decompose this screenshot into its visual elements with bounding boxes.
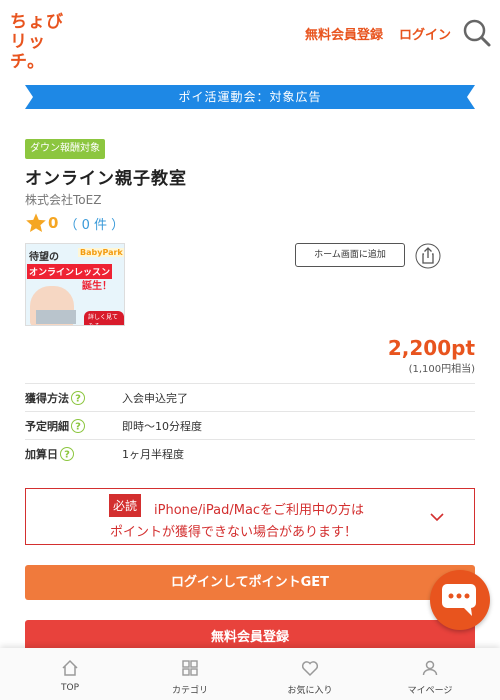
company-name: 株式会社ToEZ <box>25 193 102 207</box>
nav-label: カテゴリ <box>171 686 208 696</box>
header-register-link[interactable]: 無料会員登録 <box>305 24 383 43</box>
rating-score: 0 <box>48 214 59 232</box>
offer-title: オンライン親子教室 <box>25 169 187 189</box>
home-icon <box>62 659 78 676</box>
nav-item-category[interactable]: カテゴリ <box>130 648 250 700</box>
nav-item-top[interactable]: TOP <box>10 648 130 700</box>
detail-value: 1ヶ月半程度 <box>122 447 184 461</box>
must-read-tag: 必読 <box>109 494 142 517</box>
points-yen-equivalent: (1,100円相当) <box>408 364 475 375</box>
nav-item-favorites[interactable]: お気に入り <box>250 648 370 700</box>
star-icon <box>26 213 46 232</box>
detail-label: 加算日 ? <box>25 446 122 462</box>
thumb-laptop-illustration <box>36 310 76 324</box>
detail-row-credit-date: 加算日 ? 1ヶ月半程度 <box>25 439 475 467</box>
thumb-text-3: 誕生！ <box>82 281 112 292</box>
down-reward-badge: ダウン報酬対象 <box>25 139 105 159</box>
nav-label: マイページ <box>407 686 453 696</box>
chat-icon <box>442 584 476 616</box>
bottom-nav: TOP カテゴリ お気に入り マイページ <box>0 648 500 700</box>
help-icon[interactable]: ? <box>60 446 74 461</box>
nav-item-mypage[interactable]: マイページ <box>370 648 490 700</box>
thumb-text-1: 待望の <box>29 252 59 263</box>
chevron-down-icon[interactable] <box>429 509 445 525</box>
thumb-brand: BabyPark <box>78 248 124 257</box>
campaign-banner[interactable]: ポイ活運動会：対象広告 <box>25 85 475 109</box>
search-icon[interactable] <box>462 18 492 48</box>
heart-icon <box>301 661 319 677</box>
header-login-link[interactable]: ログイン <box>399 24 451 43</box>
detail-label-text: 獲得方法 <box>25 391 69 405</box>
user-icon <box>422 660 438 676</box>
site-logo[interactable]: ちょび リッチ。 <box>10 12 70 72</box>
banner-text: ポイ活運動会：対象広告 <box>178 90 322 104</box>
svg-text:?: ? <box>75 421 81 432</box>
detail-value: 即時～10分程度 <box>122 419 202 433</box>
notice-line1: iPhone/iPad/Macをご利用中の方は <box>154 503 365 518</box>
offer-thumbnail[interactable]: 待望の BabyPark オンラインレッスン 誕生！ 詳しく見てみる <box>25 243 125 326</box>
add-to-home-button[interactable]: ホーム画面に追加 <box>295 243 405 267</box>
svg-text:?: ? <box>75 393 81 404</box>
thumb-cta: 詳しく見てみる <box>84 311 124 325</box>
detail-value: 入会申込完了 <box>122 391 188 405</box>
help-icon[interactable]: ? <box>71 390 85 405</box>
logo-line1: ちょび <box>10 12 64 32</box>
category-icon <box>182 660 198 676</box>
reward-points: 2,200pt (1,100円相当) <box>388 336 475 375</box>
detail-label-text: 予定明細 <box>25 419 69 433</box>
nav-label: TOP <box>60 683 79 693</box>
detail-label-text: 加算日 <box>25 447 58 461</box>
ios-warning-notice[interactable]: 必読 iPhone/iPad/Macをご利用中の方は ポイントが獲得できない場合… <box>25 488 475 545</box>
detail-row-schedule: 予定明細 ? 即時～10分程度 <box>25 411 475 439</box>
help-icon[interactable]: ? <box>71 418 85 433</box>
detail-row-method: 獲得方法 ? 入会申込完了 <box>25 383 475 411</box>
rating[interactable]: 0 （ 0 件 ） <box>25 212 124 234</box>
nav-label: お気に入り <box>287 686 333 696</box>
notice-line2: ポイントが獲得できない場合があります！ <box>110 525 358 540</box>
logo-line2: リッチ。 <box>10 32 46 72</box>
share-icon[interactable] <box>415 243 441 269</box>
header: ちょび リッチ。 無料会員登録 ログイン <box>0 0 500 72</box>
chat-support-button[interactable] <box>430 570 490 630</box>
detail-label: 獲得方法 ? <box>25 390 122 406</box>
svg-text:?: ? <box>64 449 70 460</box>
login-get-points-button[interactable]: ログインしてポイントGET <box>25 565 475 600</box>
points-value: 2,200pt <box>387 336 475 360</box>
detail-label: 予定明細 ? <box>25 418 122 434</box>
review-count-link[interactable]: （ 0 件 ） <box>64 214 124 233</box>
